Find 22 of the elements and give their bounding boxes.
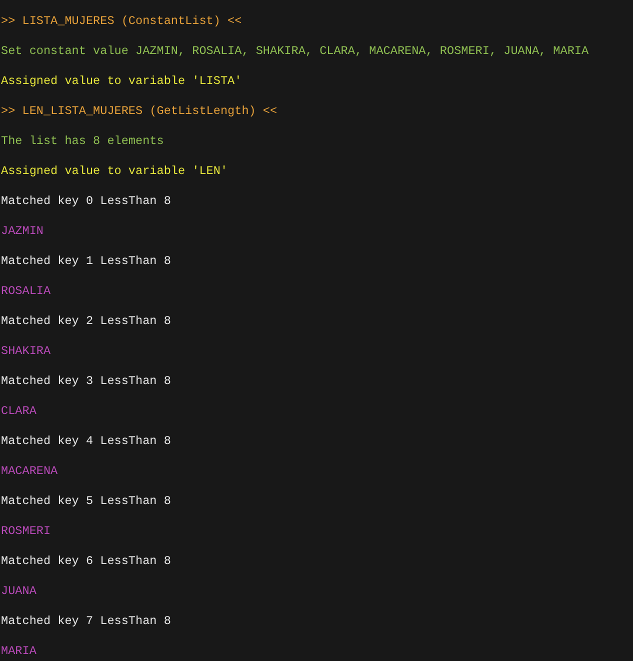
output-line: ROSALIA [1,283,51,299]
match-line: Matched key 6 LessThan 8 [1,553,171,569]
assignment-line: Assigned value to variable 'LEN' [1,163,228,179]
output-line: MARIA [1,643,36,659]
match-line: Matched key 7 LessThan 8 [1,613,171,629]
match-line: Matched key 4 LessThan 8 [1,433,171,449]
output-line: ROSMERI [1,523,51,539]
output-line: JUANA [1,583,36,599]
result-line: Set constant value JAZMIN, ROSALIA, SHAKIRA, CLARA, MACARENA, ROSMERI, JUANA, MARIA [1,43,589,59]
match-line: Matched key 1 LessThan 8 [1,253,171,269]
output-line: MACARENA [1,463,58,479]
match-line: Matched key 0 LessThan 8 [1,193,171,209]
output-line: CLARA [1,403,36,419]
node-header-line: >> LEN_LISTA_MUJERES (GetListLength) << [1,103,278,119]
result-line: The list has 8 elements [1,133,164,149]
match-line: Matched key 2 LessThan 8 [1,313,171,329]
assignment-line: Assigned value to variable 'LISTA' [1,73,242,89]
output-line: SHAKIRA [1,343,51,359]
match-line: Matched key 5 LessThan 8 [1,493,171,509]
output-line: JAZMIN [1,223,44,239]
node-header-line: >> LISTA_MUJERES (ConstantList) << [1,13,242,29]
match-line: Matched key 3 LessThan 8 [1,373,171,389]
